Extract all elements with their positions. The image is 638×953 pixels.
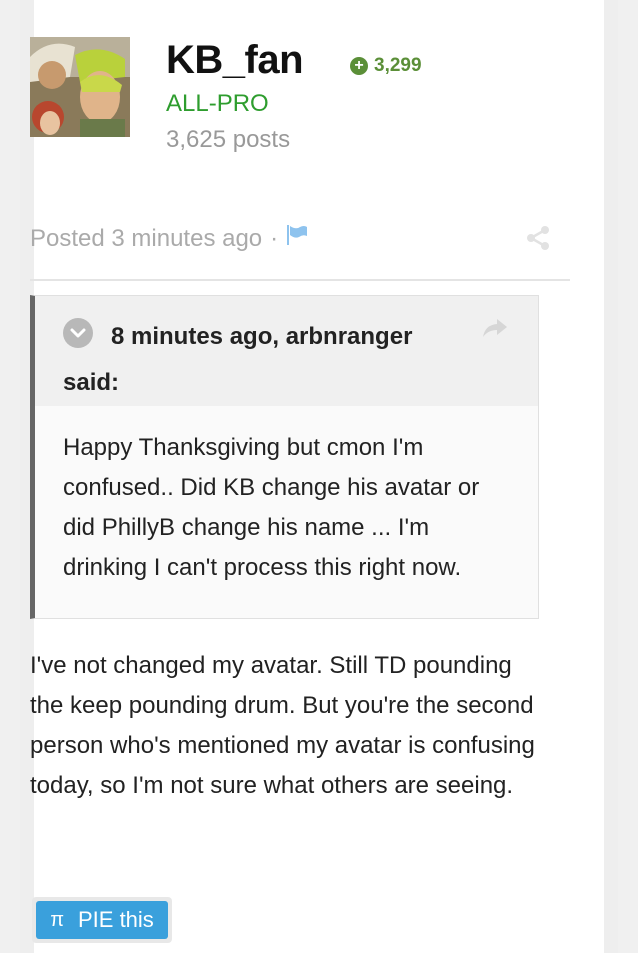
post-meta: Posted 3 minutes ago · [30, 224, 308, 253]
quote-citation: 8 minutes ago, arbnranger said: [63, 323, 413, 396]
reputation-value: 3,299 [374, 55, 422, 76]
pie-this-container: π PIE this [32, 897, 172, 943]
divider [30, 279, 570, 281]
post-body: I've not changed my avatar. Still TD pou… [30, 652, 535, 799]
posted-time[interactable]: Posted 3 minutes ago [30, 225, 262, 253]
quote-header: 8 minutes ago, arbnranger said: [35, 296, 538, 406]
pi-icon: π [50, 908, 64, 931]
post-count: 3,625 posts [166, 126, 291, 153]
share-icon[interactable] [526, 226, 550, 255]
avatar-image [30, 37, 130, 137]
pie-this-label: PIE this [78, 907, 154, 932]
reputation-badge: + 3,299 [350, 55, 422, 77]
pie-this-button[interactable]: π PIE this [36, 901, 168, 939]
username[interactable]: KB_fan [166, 38, 304, 83]
separator: · [270, 224, 279, 252]
quote-block: 8 minutes ago, arbnranger said: Happy Th… [30, 295, 539, 619]
report-flag-icon[interactable] [286, 224, 308, 253]
avatar[interactable] [30, 37, 130, 137]
quote-text: Happy Thanksgiving but cmon I'm confused… [63, 434, 480, 581]
plus-icon: + [350, 57, 368, 75]
go-to-quoted-post-icon[interactable] [481, 316, 509, 345]
user-rank: ALL-PRO [166, 90, 269, 117]
